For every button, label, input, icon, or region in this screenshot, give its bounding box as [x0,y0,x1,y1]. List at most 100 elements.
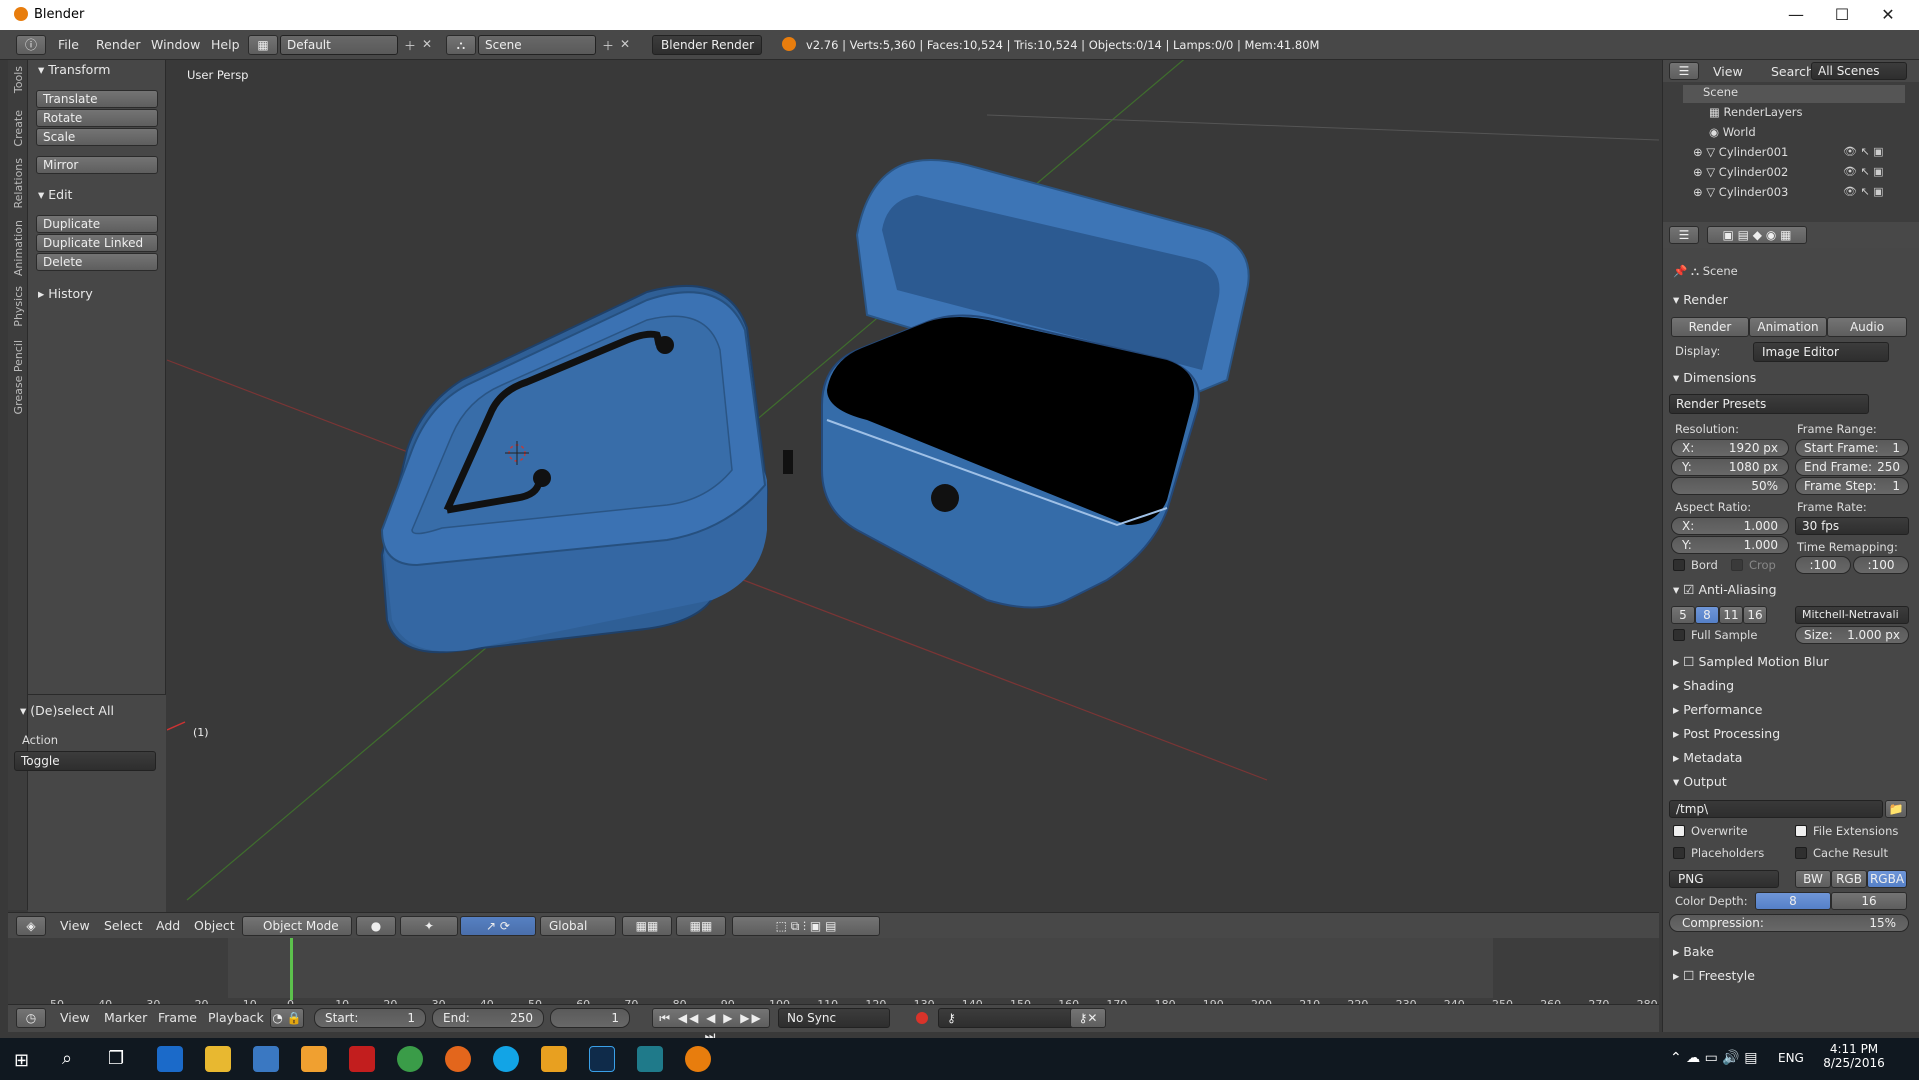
tab-physics[interactable]: Physics [12,286,25,327]
outliner-editor-type-icon[interactable]: ☰ [1669,62,1699,80]
maximize-button[interactable]: ☐ [1819,0,1865,30]
skype-icon[interactable] [493,1046,519,1072]
layer-grid-1-icon[interactable]: ▦▦ [622,916,672,936]
cache-result-checkbox[interactable] [1795,847,1807,859]
menu-help[interactable]: Help [211,37,240,52]
animation-button[interactable]: Animation [1749,317,1827,337]
task-view-icon[interactable]: ❐ [108,1048,124,1069]
playhead-indicator[interactable] [290,938,293,1000]
transform-panel-header[interactable]: ▾ Transform [38,62,110,77]
store-icon[interactable] [253,1046,279,1072]
view-menu[interactable]: View [60,918,90,933]
aa-samples-8[interactable]: 8 [1695,606,1719,624]
remove-scene-icon[interactable]: ✕ [620,37,630,51]
color-bw-button[interactable]: BW [1795,870,1831,888]
folder-browse-icon[interactable]: 📁 [1885,800,1907,818]
res-y-field[interactable]: Y: 1080 px [1671,458,1789,476]
playback-menu[interactable]: Playback [208,1010,264,1025]
minimize-button[interactable]: — [1773,0,1819,30]
sketchup-icon[interactable] [637,1046,663,1072]
duplicate-button[interactable]: Duplicate [36,215,158,233]
file-ext-checkbox[interactable] [1795,825,1807,837]
tab-tools[interactable]: Tools [12,66,25,93]
firefox-icon[interactable] [445,1046,471,1072]
aa-samples-11[interactable]: 11 [1719,606,1743,624]
layer-grid-2-icon[interactable]: ▦▦ [676,916,726,936]
manipulator-icons[interactable]: ↗ ⟳ [460,916,536,936]
aa-samples-5[interactable]: 5 [1671,606,1695,624]
color-rgb-button[interactable]: RGB [1831,870,1867,888]
scene-field[interactable]: Scene [478,35,596,55]
crop-checkbox[interactable] [1731,559,1743,571]
visibility-icons[interactable]: 👁 ↖ ▣ 👁 ↖ ▣ 👁 ↖ ▣ [1843,142,1884,202]
keyframe-icons[interactable]: ⚷✕ [1070,1008,1106,1028]
motion-blur-panel-header[interactable]: ▸ ☐ Sampled Motion Blur [1673,654,1829,669]
placeholders-checkbox[interactable] [1673,847,1685,859]
frame-menu[interactable]: Frame [158,1010,197,1025]
post-processing-panel-header[interactable]: ▸ Post Processing [1673,726,1780,741]
bake-panel-header[interactable]: ▸ Bake [1673,944,1714,959]
operator-panel-header[interactable]: ▾ (De)select All [20,703,114,718]
frame-rate-select[interactable]: 30 fps [1795,517,1909,535]
scale-button[interactable]: Scale [36,128,158,146]
tray-icons[interactable]: ⌃ ☁ ▭ 🔊 ▤ [1670,1050,1757,1066]
action-select[interactable]: Toggle [14,751,156,771]
translate-button[interactable]: Translate [36,90,158,108]
tab-relations[interactable]: Relations [12,158,25,209]
outliner-row-cylinder001[interactable]: ⊕ ▽ Cylinder001 [1693,145,1788,159]
outliner-row-world[interactable]: ◉ World [1709,125,1756,139]
mirror-button[interactable]: Mirror [36,156,158,174]
res-x-field[interactable]: X: 1920 px [1671,439,1789,457]
tab-grease-pencil[interactable]: Grease Pencil [12,340,25,414]
duplicate-linked-button[interactable]: Duplicate Linked [36,234,158,252]
aa-filter-select[interactable]: Mitchell-Netravali [1795,606,1909,624]
menu-render[interactable]: Render [96,37,141,52]
start-frame-prop[interactable]: Start Frame: 1 [1795,439,1909,457]
start-frame-field[interactable]: Start: 1 [314,1008,426,1028]
shading-sphere-icon[interactable]: ● [356,916,396,936]
acrobat-icon[interactable] [349,1046,375,1072]
outliner-search-menu[interactable]: Search [1771,64,1814,79]
photoshop-icon[interactable] [589,1046,615,1072]
properties-editor-type-icon[interactable]: ☰ [1669,226,1699,244]
object-menu[interactable]: Object [194,918,235,933]
outliner-view-menu[interactable]: View [1713,64,1743,79]
output-panel-header[interactable]: ▾ Output [1673,774,1727,789]
marker-menu[interactable]: Marker [104,1010,147,1025]
full-sample-checkbox[interactable] [1673,629,1685,641]
end-frame-field[interactable]: End: 250 [432,1008,544,1028]
color-rgba-button[interactable]: RGBA [1867,870,1907,888]
aspect-y-field[interactable]: Y: 1.000 [1671,536,1789,554]
render-panel-header[interactable]: ▾ Render [1673,292,1728,307]
chrome-icon[interactable] [397,1046,423,1072]
render-engine-select[interactable]: Blender Render [652,35,762,55]
metadata-panel-header[interactable]: ▸ Metadata [1673,750,1742,765]
3d-viewport[interactable]: User Persp (1) [167,60,1659,912]
outliner-filter-select[interactable]: All Scenes [1811,62,1907,80]
outliner-row-renderlayers[interactable]: ▦ RenderLayers [1709,105,1803,119]
timeline-view-menu[interactable]: View [60,1010,90,1025]
current-frame-field[interactable]: 1 [550,1008,630,1028]
notes-icon[interactable] [541,1046,567,1072]
outliner-row-scene[interactable]: Scene [1683,85,1905,103]
timeline-editor-type-icon[interactable]: ◷ [16,1008,46,1028]
edit-panel-header[interactable]: ▾ Edit [38,187,72,202]
res-percent-field[interactable]: 50% [1671,477,1789,495]
remove-layout-icon[interactable]: ✕ [422,37,432,51]
close-button[interactable]: ✕ [1865,0,1911,30]
display-select[interactable]: Image Editor [1753,342,1889,362]
aa-size-field[interactable]: Size: 1.000 px [1795,626,1909,644]
add-scene-icon[interactable]: ＋ [602,37,614,54]
record-icon[interactable] [916,1012,928,1024]
mode-select[interactable]: Object Mode [242,916,352,936]
end-frame-prop[interactable]: End Frame: 250 [1795,458,1909,476]
search-icon[interactable]: ⌕ [62,1048,72,1069]
scene-icon[interactable]: ⛬ [446,35,476,55]
keying-set-field[interactable]: ⚷ [938,1008,1088,1028]
edge-icon[interactable] [157,1046,183,1072]
shading-panel-header[interactable]: ▸ Shading [1673,678,1734,693]
select-menu[interactable]: Select [104,918,143,933]
media-player-icon[interactable] [301,1046,327,1072]
outliner-row-cylinder003[interactable]: ⊕ ▽ Cylinder003 [1693,185,1788,199]
tab-create[interactable]: Create [12,110,25,147]
